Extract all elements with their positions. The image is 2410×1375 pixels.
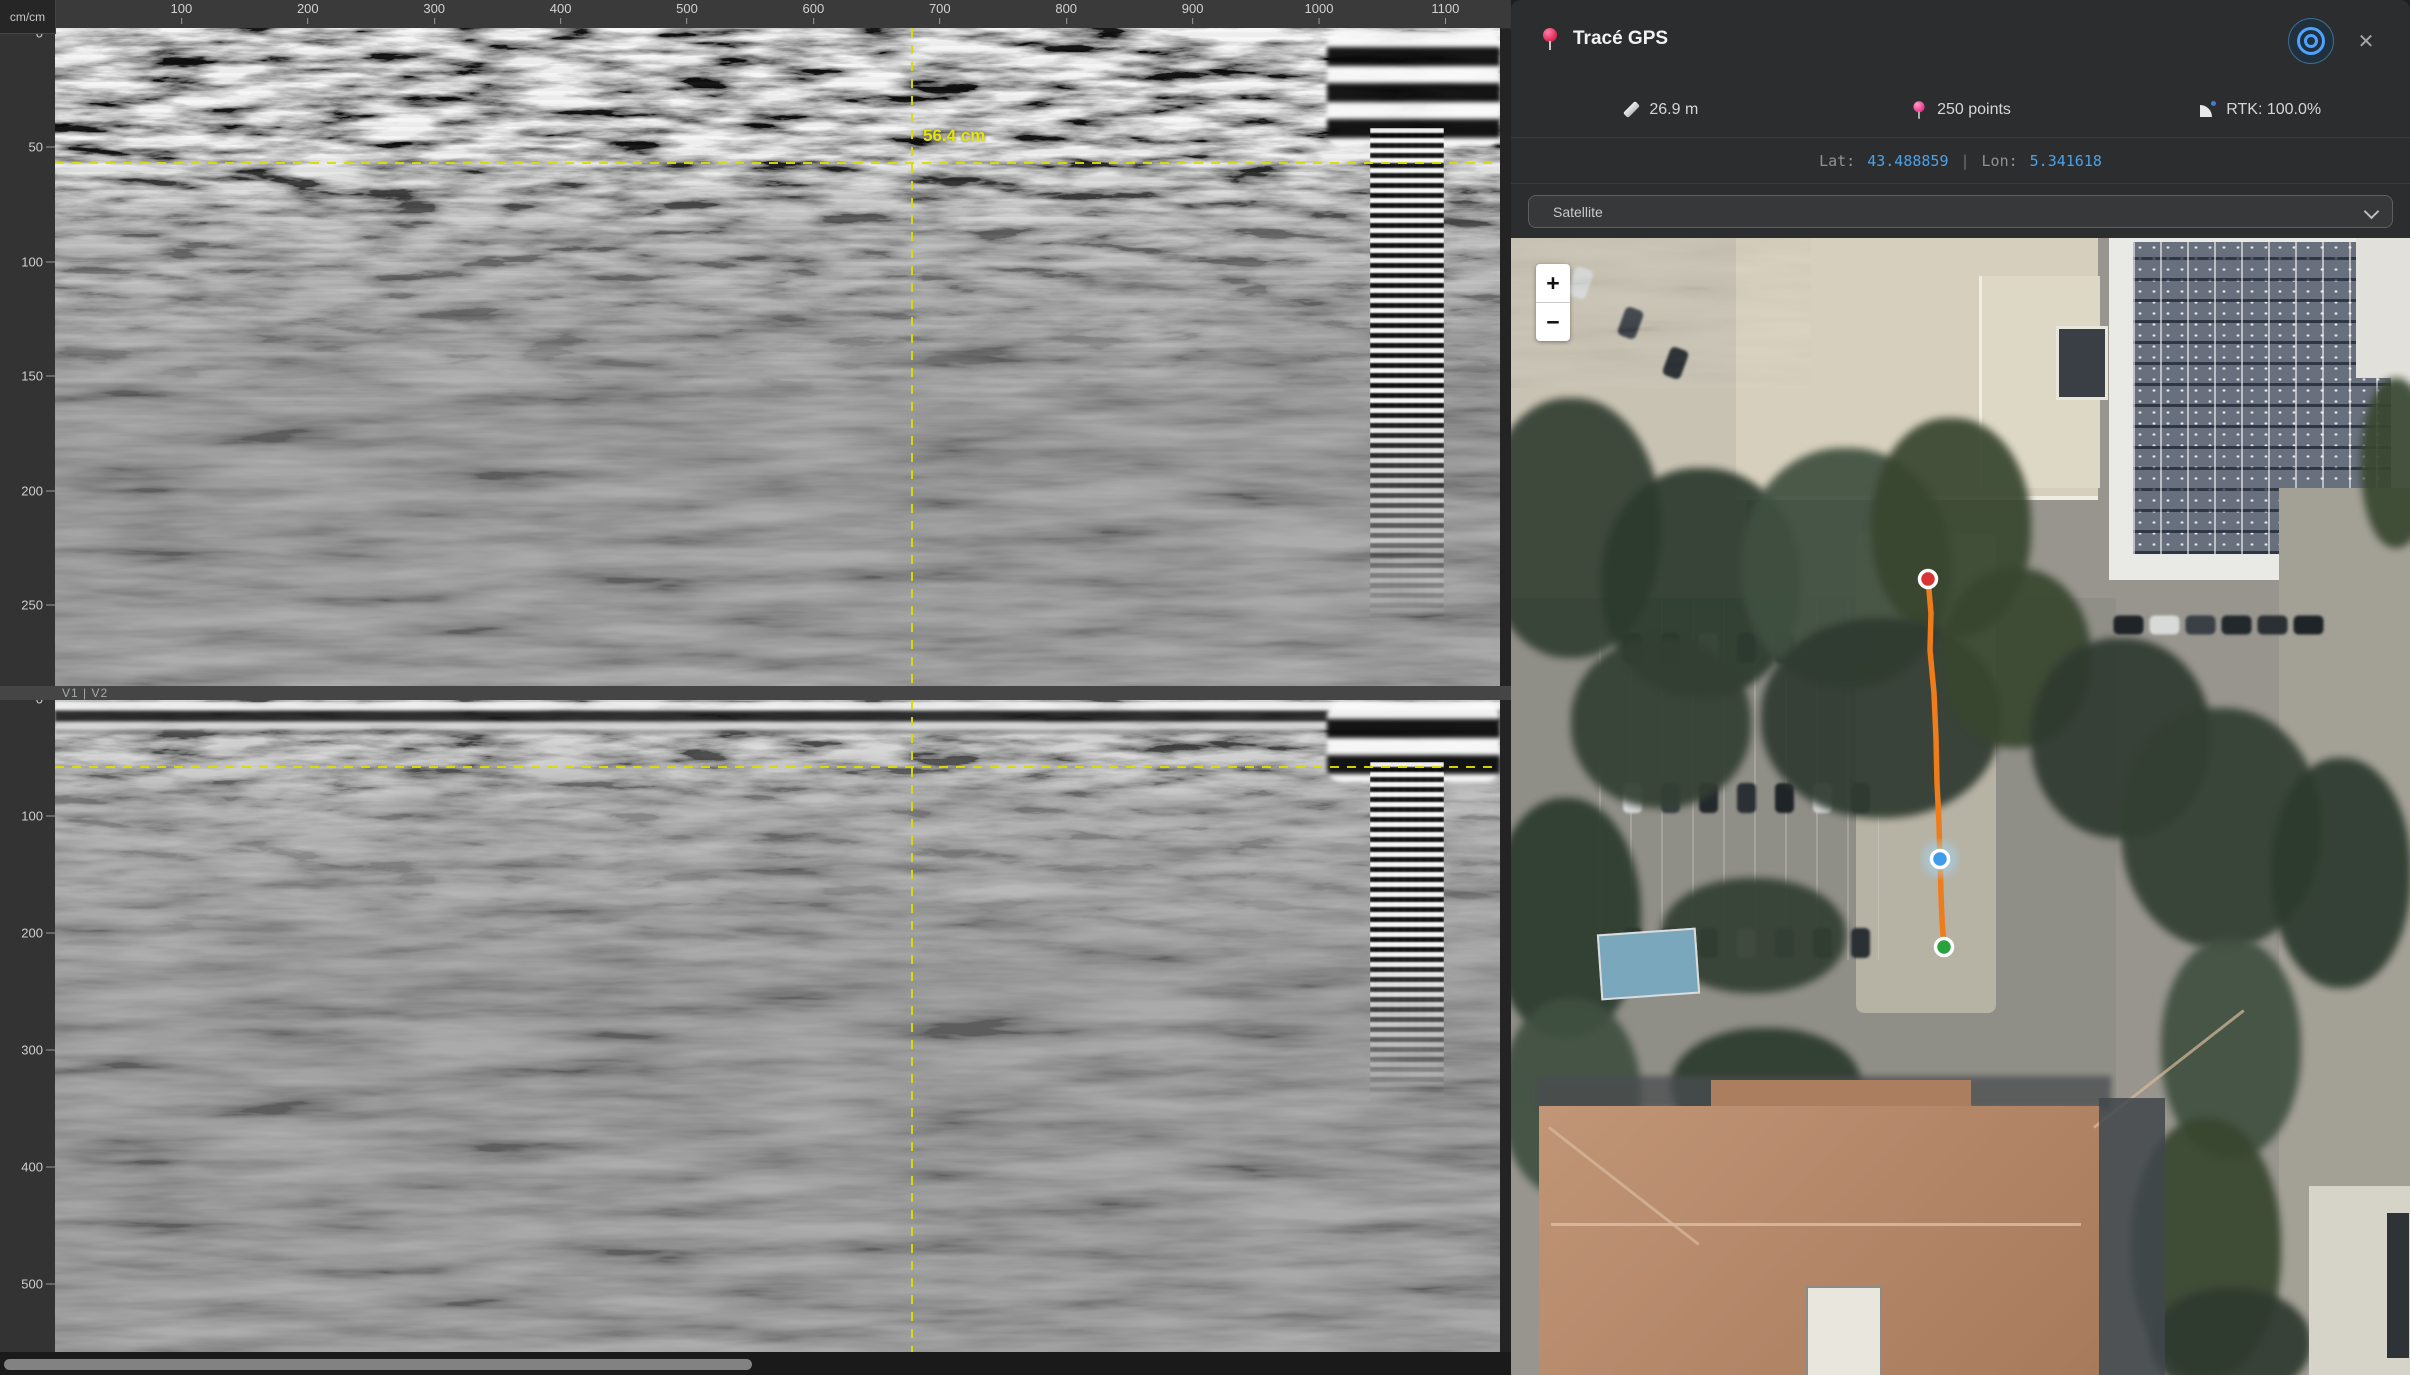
longitude-value: 5.341618 (2030, 152, 2102, 170)
ruler-tick: 100 (21, 254, 55, 269)
ruler-tick: 100 (171, 1, 193, 24)
trace-points-value: 250 points (1937, 101, 2011, 119)
ruler-tick: 250 (21, 598, 55, 613)
gps-trace-overlay (1511, 238, 2410, 1375)
distance-ruler: 100 200 300 400 500 600 700 800 900 1000 1100 (0, 0, 1511, 29)
panel-title: Tracé GPS (1573, 28, 1668, 50)
ruler-tick: 1000 (1305, 1, 1334, 24)
current-position-marker[interactable] (1932, 851, 1949, 868)
coordinates-separator: | (1961, 152, 1970, 170)
profile-names-label: V1 | V2 (62, 686, 108, 700)
ruler-tick: 400 (21, 1160, 55, 1175)
panel-header: Tracé GPS ✕ (1511, 0, 2410, 78)
trace-points-stat: 250 points (1811, 82, 2111, 137)
zoom-out-button[interactable]: − (1536, 303, 1570, 341)
ruler-icon (1623, 101, 1640, 118)
ruler-tick: 500 (676, 1, 698, 24)
horizontal-scrollbar[interactable] (0, 1352, 1511, 1375)
latitude-value: 43.488859 (1867, 152, 1948, 170)
trace-stats-row: 26.9 m 250 points RTK: 100.0% (1511, 82, 2410, 137)
satellite-icon (2199, 101, 2217, 119)
radargram-texture (55, 28, 1500, 686)
ruler-tick: 500 (21, 1277, 55, 1292)
ruler-tick: 200 (21, 483, 55, 498)
latitude-label: Lat: (1819, 152, 1855, 170)
direct-wave-band (55, 702, 1500, 736)
pin-icon (1541, 26, 1559, 52)
ruler-tick: 600 (803, 1, 825, 24)
horizontal-scrollbar-thumb[interactable] (4, 1359, 752, 1370)
radargram-profile-bottom[interactable] (55, 700, 1500, 1352)
target-icon (2297, 27, 2325, 55)
trace-start-marker[interactable] (1920, 571, 1937, 588)
ruler-tick: 300 (423, 1, 445, 24)
gpr-viewer: 0501001502002500100200300400500 10020030… (0, 0, 1511, 1375)
ruler-tick: 200 (21, 926, 55, 941)
ruler-tick: 800 (1055, 1, 1077, 24)
antenna-ringing-column (1370, 762, 1444, 1102)
gps-trace-panel: Tracé GPS ✕ 26.9 m 250 points RTK: 100.0… (1511, 0, 2410, 1375)
gpr-application-window: 0501001502002500100200300400500 10020030… (0, 0, 2410, 1375)
ruler-tick: 200 (297, 1, 319, 24)
ruler-units-label: cm/cm (0, 0, 56, 34)
position-cursor-line (911, 28, 913, 686)
depth-cursor-label: 56.4 cm (923, 126, 985, 146)
ruler-tick: 100 (21, 809, 55, 824)
rtk-status-value: RTK: 100.0% (2226, 101, 2321, 119)
ruler-tick: 50 (29, 140, 55, 155)
radargram-profile-top[interactable]: 56.4 cm (55, 28, 1500, 686)
depth-cursor-line (55, 162, 1500, 164)
ruler-tick: 150 (21, 369, 55, 384)
ruler-tick: 900 (1182, 1, 1204, 24)
gps-trace-line (1928, 579, 1944, 947)
trace-distance-stat: 26.9 m (1511, 82, 1811, 137)
divider (1511, 183, 2410, 184)
depth-cursor-line (55, 766, 1500, 768)
map-type-selector-wrap: Satellite (1528, 195, 2393, 228)
satellite-map[interactable]: + − (1511, 238, 2410, 1375)
trace-end-marker[interactable] (1936, 939, 1953, 956)
ruler-tick: 700 (929, 1, 951, 24)
trace-distance-value: 26.9 m (1649, 101, 1698, 119)
map-zoom-control: + − (1536, 264, 1570, 341)
map-type-select[interactable]: Satellite (1528, 195, 2393, 228)
close-icon[interactable]: ✕ (2351, 26, 2381, 56)
ruler-tick: 400 (550, 1, 572, 24)
zoom-in-button[interactable]: + (1536, 264, 1570, 303)
rtk-status-stat: RTK: 100.0% (2110, 82, 2410, 137)
ruler-tick: 1100 (1431, 1, 1459, 24)
coordinates-row: Lat: 43.488859 | Lon: 5.341618 (1511, 138, 2410, 183)
antenna-ringing-column (1370, 128, 1444, 628)
profile-separator: V1 | V2 (0, 686, 1511, 700)
ruler-tick: 300 (21, 1043, 55, 1058)
position-cursor-line (911, 700, 913, 1352)
pin-icon (1912, 99, 1926, 120)
longitude-label: Lon: (1982, 152, 2018, 170)
center-on-trace-button[interactable] (2288, 18, 2334, 64)
